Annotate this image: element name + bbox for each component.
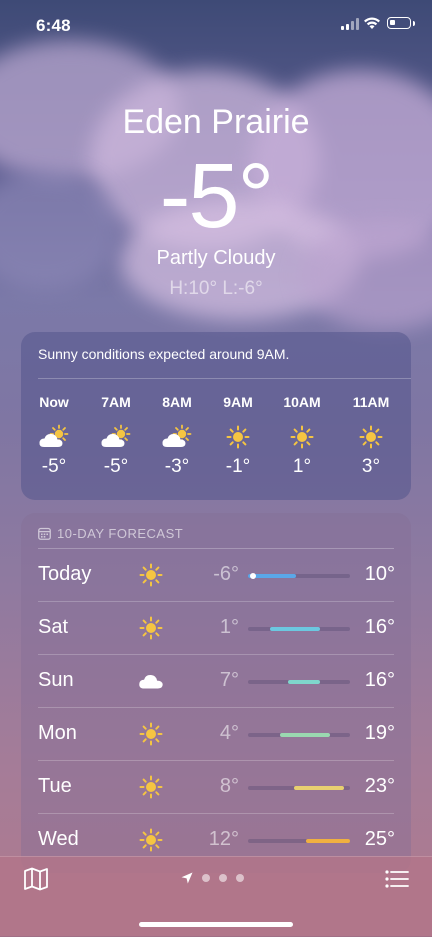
page-dot[interactable] bbox=[236, 874, 244, 882]
ten-day-forecast-card[interactable]: 10-DAY FORECAST Today -6° 10° Sat 1° 16°… bbox=[21, 513, 411, 873]
day-row[interactable]: Sat 1° 16° bbox=[21, 602, 411, 655]
hour-column: 7AM -5° bbox=[91, 394, 141, 478]
city-name: Eden Prairie bbox=[122, 103, 310, 141]
location-arrow-icon bbox=[181, 872, 193, 884]
temperature-range-bar bbox=[248, 733, 350, 737]
hour-column: 11AM 3° bbox=[346, 394, 396, 478]
list-icon[interactable] bbox=[385, 869, 409, 889]
hour-temperature: -5° bbox=[41, 456, 67, 477]
hour-label: 7AM bbox=[101, 394, 131, 410]
day-low-temp: 1° bbox=[219, 616, 239, 638]
battery-icon bbox=[387, 17, 411, 29]
day-low-temp: 12° bbox=[208, 828, 239, 850]
hour-label: 9AM bbox=[223, 394, 253, 410]
hour-label: 11AM bbox=[352, 394, 390, 410]
day-name: Sun bbox=[38, 669, 74, 691]
temperature-range-bar bbox=[248, 627, 350, 631]
day-high-temp: 16° bbox=[364, 616, 395, 638]
hour-label: Now bbox=[39, 394, 69, 410]
day-low-temp: 7° bbox=[219, 669, 239, 691]
day-high-temp: 23° bbox=[364, 775, 395, 797]
current-temperature: -5° bbox=[159, 145, 275, 247]
hour-temperature: -1° bbox=[225, 456, 251, 477]
day-row[interactable]: Today -6° 10° bbox=[21, 549, 411, 602]
sun-icon bbox=[137, 561, 165, 589]
ten-day-header: 10-DAY FORECAST bbox=[38, 526, 183, 541]
day-row[interactable]: Sun 7° 16° bbox=[21, 655, 411, 708]
status-time: 6:48 bbox=[36, 16, 71, 35]
day-name: Tue bbox=[38, 775, 72, 797]
map-icon[interactable] bbox=[23, 867, 49, 891]
day-name: Mon bbox=[38, 722, 77, 744]
day-high-temp: 16° bbox=[364, 669, 395, 691]
sun-icon bbox=[213, 420, 263, 454]
bottom-toolbar bbox=[0, 856, 432, 937]
temperature-range-bar bbox=[248, 839, 350, 843]
hour-temperature: 1° bbox=[292, 456, 312, 477]
sun-icon bbox=[137, 720, 165, 748]
temperature-range-bar bbox=[248, 786, 350, 790]
day-row[interactable]: Mon 4° 19° bbox=[21, 708, 411, 761]
day-row[interactable]: Tue 8° 23° bbox=[21, 761, 411, 814]
hour-column: 10AM 1° bbox=[277, 394, 327, 478]
day-high-temp: 19° bbox=[364, 722, 395, 744]
calendar-icon bbox=[38, 527, 51, 540]
page-indicator[interactable] bbox=[181, 872, 244, 884]
status-bar: 6:48 bbox=[0, 0, 432, 48]
hour-label: 10AM bbox=[283, 394, 321, 410]
partly-sunny-icon bbox=[29, 420, 79, 454]
temperature-range-bar bbox=[248, 573, 350, 579]
hourly-summary: Sunny conditions expected around 9AM. bbox=[38, 346, 290, 362]
hour-temperature: -3° bbox=[164, 456, 190, 477]
sun-icon bbox=[277, 420, 327, 454]
sun-icon bbox=[137, 614, 165, 642]
hour-column: 9AM -1° bbox=[213, 394, 263, 478]
partly-sunny-icon bbox=[152, 420, 202, 454]
day-name: Wed bbox=[38, 828, 79, 850]
hour-label: 8AM bbox=[162, 394, 192, 410]
day-high-temp: 25° bbox=[364, 828, 395, 850]
hour-column: Now -5° bbox=[29, 394, 79, 478]
current-weather-header: Eden Prairie -5° Partly Cloudy H:10° L:-… bbox=[0, 100, 432, 302]
day-high-temp: 10° bbox=[364, 563, 395, 585]
sun-icon bbox=[137, 773, 165, 801]
ten-day-title: 10-DAY FORECAST bbox=[57, 526, 184, 541]
day-name: Sat bbox=[38, 616, 69, 638]
sun-icon bbox=[346, 420, 396, 454]
day-name: Today bbox=[38, 563, 92, 585]
condition-text: Partly Cloudy bbox=[156, 247, 276, 269]
high-low-text: H:10° L:-6° bbox=[169, 278, 263, 299]
day-low-temp: 8° bbox=[219, 775, 239, 797]
current-temp-dot bbox=[250, 573, 256, 579]
cellular-signal-icon bbox=[341, 18, 361, 30]
hour-temperature: -5° bbox=[103, 456, 129, 477]
partly-sunny-icon bbox=[91, 420, 141, 454]
day-low-temp: -6° bbox=[213, 563, 239, 585]
cloud-icon bbox=[137, 667, 165, 695]
sun-icon bbox=[137, 826, 165, 854]
hour-temperature: 3° bbox=[361, 456, 381, 477]
home-indicator[interactable] bbox=[139, 922, 293, 927]
hour-column: 8AM -3° bbox=[152, 394, 202, 478]
hourly-forecast-card[interactable]: Sunny conditions expected around 9AM. No… bbox=[21, 332, 411, 500]
temperature-range-bar bbox=[248, 680, 350, 684]
page-dot[interactable] bbox=[202, 874, 210, 882]
wifi-icon bbox=[364, 17, 380, 29]
page-dot[interactable] bbox=[219, 874, 227, 882]
day-low-temp: 4° bbox=[219, 722, 239, 744]
